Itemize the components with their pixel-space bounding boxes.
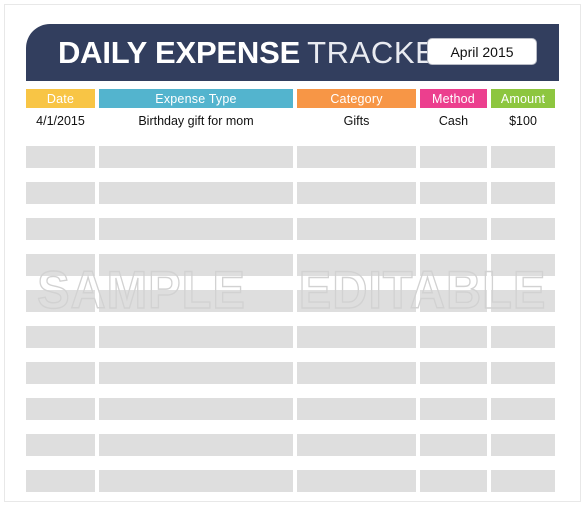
cell-type-empty[interactable]	[99, 290, 293, 312]
title-primary: DAILY EXPENSE	[58, 34, 301, 70]
cell-type-empty[interactable]	[99, 470, 293, 492]
cell-type-empty[interactable]	[99, 326, 293, 348]
cell-amount-empty[interactable]	[491, 398, 555, 420]
cell-method-empty[interactable]	[420, 290, 487, 312]
table-row[interactable]	[26, 290, 559, 312]
cell-method-empty[interactable]	[420, 362, 487, 384]
cell-date-empty[interactable]	[26, 254, 95, 276]
table-header-row: Date Expense Type Category Method Amount	[26, 89, 559, 108]
cell-category-empty[interactable]	[297, 218, 416, 240]
cell-type-empty[interactable]	[99, 218, 293, 240]
cell-category-empty[interactable]	[297, 182, 416, 204]
cell-category[interactable]: Gifts	[297, 110, 416, 132]
column-header-category: Category	[297, 89, 416, 108]
cell-amount[interactable]: $100	[491, 110, 555, 132]
column-header-amount: Amount	[491, 89, 555, 108]
expense-table: Date Expense Type Category Method Amount…	[26, 89, 559, 492]
cell-type-empty[interactable]	[99, 362, 293, 384]
cell-category-empty[interactable]	[297, 470, 416, 492]
table-row[interactable]	[26, 218, 559, 240]
column-header-date: Date	[26, 89, 95, 108]
cell-date-empty[interactable]	[26, 470, 95, 492]
table-row[interactable]	[26, 326, 559, 348]
cell-method-empty[interactable]	[420, 146, 487, 168]
cell-method-empty[interactable]	[420, 398, 487, 420]
cell-date-empty[interactable]	[26, 362, 95, 384]
table-row[interactable]: 4/1/2015 Birthday gift for mom Gifts Cas…	[26, 110, 559, 132]
cell-category-empty[interactable]	[297, 398, 416, 420]
column-header-expense-type: Expense Type	[99, 89, 293, 108]
empty-rows-container	[26, 146, 559, 492]
cell-type-empty[interactable]	[99, 254, 293, 276]
table-row[interactable]	[26, 254, 559, 276]
cell-date-empty[interactable]	[26, 326, 95, 348]
table-row[interactable]	[26, 398, 559, 420]
table-row[interactable]	[26, 146, 559, 168]
cell-category-empty[interactable]	[297, 362, 416, 384]
cell-amount-empty[interactable]	[491, 362, 555, 384]
cell-category-empty[interactable]	[297, 146, 416, 168]
cell-date-empty[interactable]	[26, 290, 95, 312]
cell-amount-empty[interactable]	[491, 470, 555, 492]
cell-method-empty[interactable]	[420, 254, 487, 276]
month-field[interactable]: April 2015	[427, 38, 537, 65]
cell-type-empty[interactable]	[99, 398, 293, 420]
month-value: April 2015	[450, 43, 514, 60]
cell-date-empty[interactable]	[26, 146, 95, 168]
table-row[interactable]	[26, 362, 559, 384]
table-row[interactable]	[26, 182, 559, 204]
cell-expense-type[interactable]: Birthday gift for mom	[99, 110, 293, 132]
cell-method-empty[interactable]	[420, 182, 487, 204]
cell-category-empty[interactable]	[297, 326, 416, 348]
cell-method-empty[interactable]	[420, 470, 487, 492]
cell-category-empty[interactable]	[297, 434, 416, 456]
cell-type-empty[interactable]	[99, 434, 293, 456]
cell-date-empty[interactable]	[26, 398, 95, 420]
cell-type-empty[interactable]	[99, 146, 293, 168]
cell-category-empty[interactable]	[297, 290, 416, 312]
table-row[interactable]	[26, 434, 559, 456]
cell-amount-empty[interactable]	[491, 146, 555, 168]
cell-date-empty[interactable]	[26, 218, 95, 240]
cell-method[interactable]: Cash	[420, 110, 487, 132]
header-banner: DAILY EXPENSE TRACKER April 2015	[26, 24, 559, 81]
cell-amount-empty[interactable]	[491, 290, 555, 312]
cell-amount-empty[interactable]	[491, 254, 555, 276]
cell-amount-empty[interactable]	[491, 182, 555, 204]
cell-amount-empty[interactable]	[491, 434, 555, 456]
cell-method-empty[interactable]	[420, 326, 487, 348]
cell-date-empty[interactable]	[26, 434, 95, 456]
cell-method-empty[interactable]	[420, 434, 487, 456]
expense-tracker-page: DAILY EXPENSE TRACKER April 2015 Date Exp…	[0, 0, 585, 506]
cell-amount-empty[interactable]	[491, 218, 555, 240]
cell-type-empty[interactable]	[99, 182, 293, 204]
cell-category-empty[interactable]	[297, 254, 416, 276]
cell-method-empty[interactable]	[420, 218, 487, 240]
cell-amount-empty[interactable]	[491, 326, 555, 348]
column-header-method: Method	[420, 89, 487, 108]
cell-date-empty[interactable]	[26, 182, 95, 204]
page-title: DAILY EXPENSE TRACKER	[58, 37, 459, 69]
table-row[interactable]	[26, 470, 559, 492]
cell-date[interactable]: 4/1/2015	[26, 110, 95, 132]
